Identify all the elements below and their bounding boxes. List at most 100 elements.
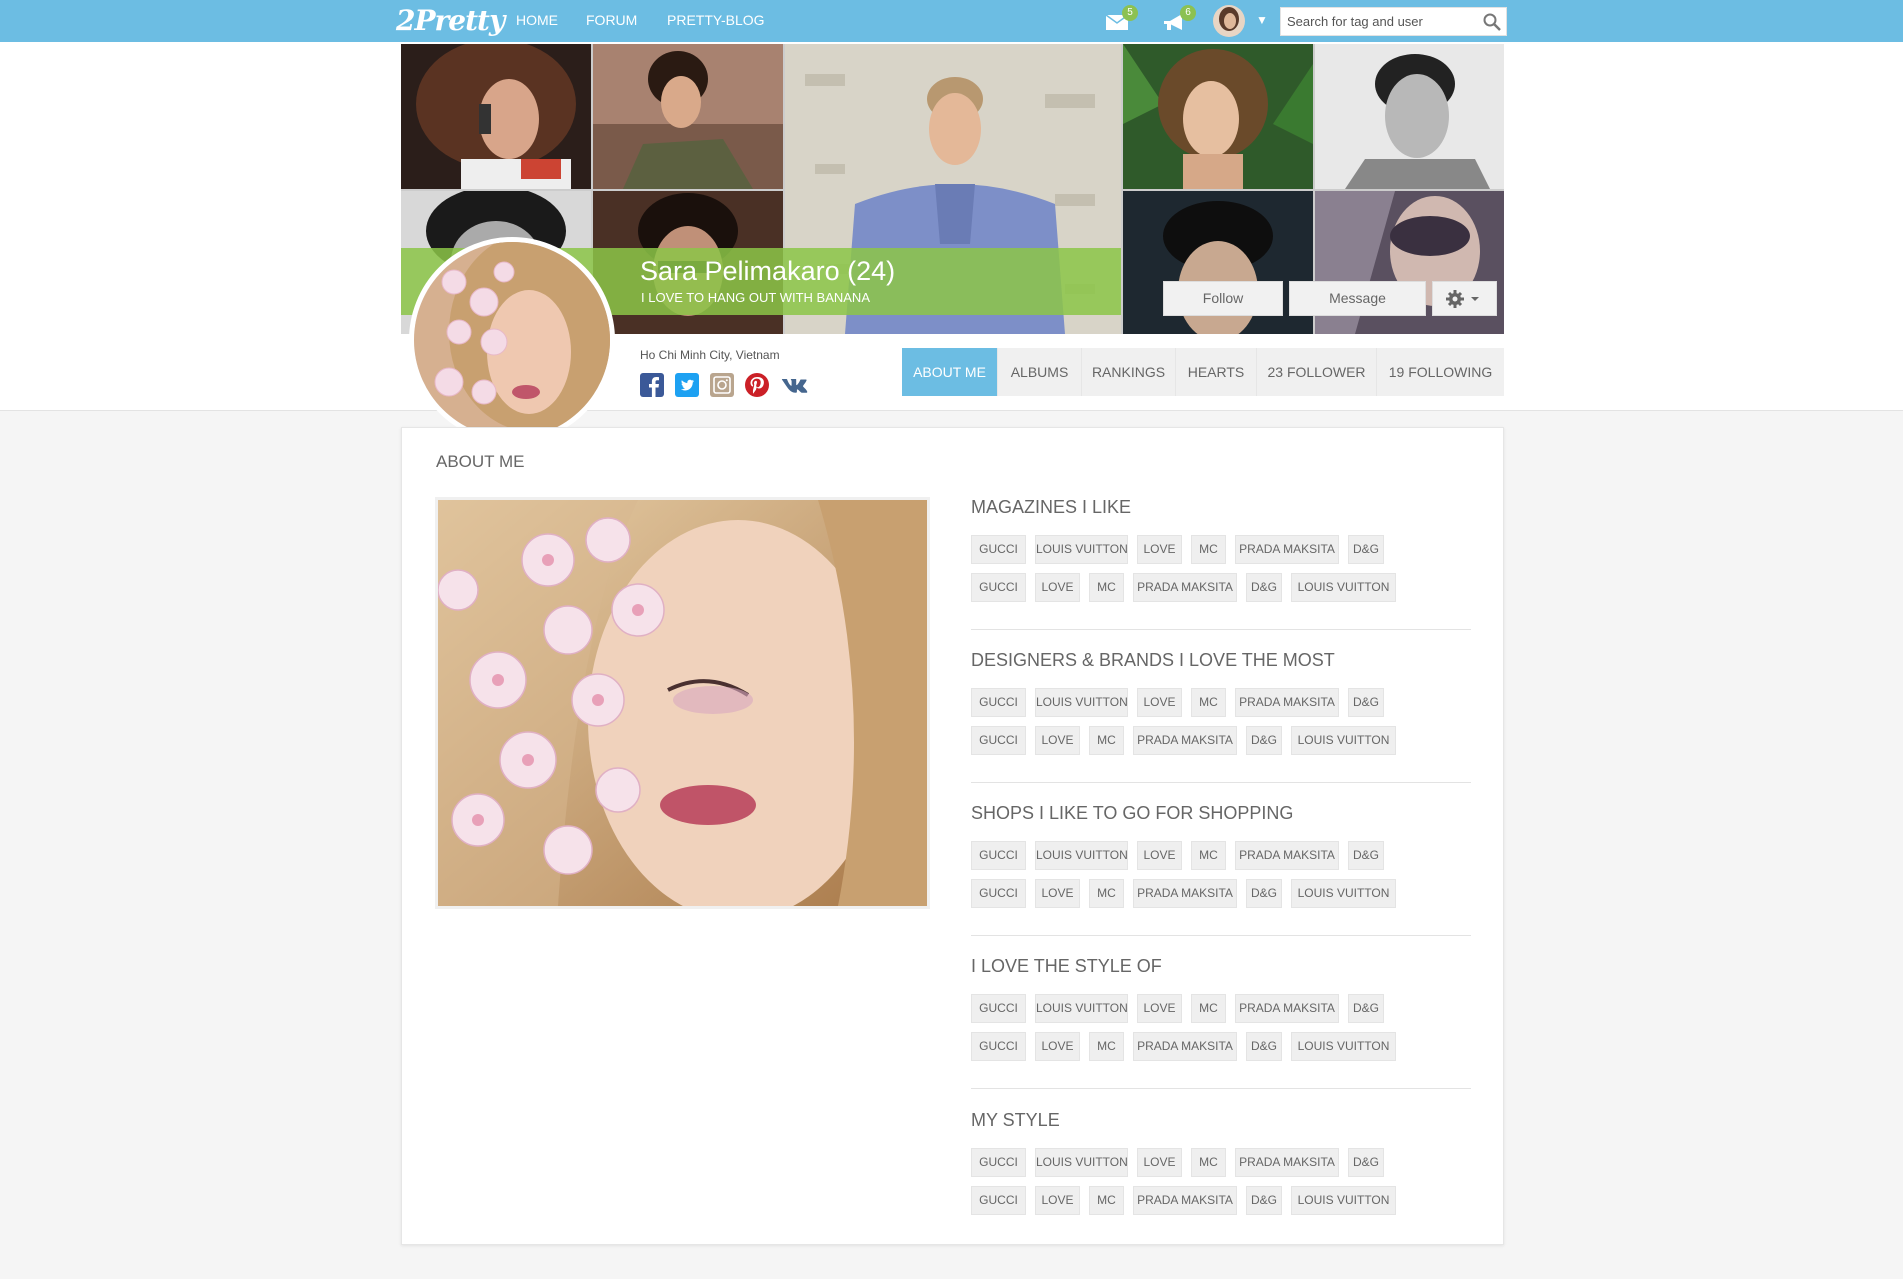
interest-tag[interactable]: LOVE [1035, 1186, 1080, 1215]
tab-following[interactable]: 19 FOLLOWING [1377, 348, 1504, 396]
interest-tag[interactable]: PRADA MAKSITA [1235, 535, 1339, 564]
interest-tag[interactable]: PRADA MAKSITA [1133, 726, 1237, 755]
twitter-icon[interactable] [675, 373, 699, 397]
messages-badge: 5 [1122, 5, 1138, 21]
interest-tag[interactable]: MC [1089, 726, 1124, 755]
interest-group-title: I LOVE THE STYLE OF [971, 956, 1162, 976]
interest-tag[interactable]: D&G [1246, 573, 1282, 602]
tab-albums[interactable]: ALBUMS [998, 348, 1082, 396]
interest-tag[interactable]: D&G [1348, 1148, 1384, 1177]
interest-tag[interactable]: GUCCI [971, 879, 1026, 908]
interest-tag[interactable]: LOUIS VUITTON [1291, 1032, 1396, 1061]
group-divider [971, 782, 1471, 783]
interest-tag[interactable]: LOUIS VUITTON [1291, 879, 1396, 908]
interest-tag[interactable]: GUCCI [971, 1032, 1026, 1061]
top-navbar: 2Pretty HOME FORUM PRETTY-BLOG 5 6 ▼ [0, 0, 1903, 42]
interest-tag[interactable]: MC [1089, 1032, 1124, 1061]
cover-photo [593, 44, 783, 189]
nav-link-forum[interactable]: FORUM [586, 12, 637, 28]
interest-tag[interactable]: PRADA MAKSITA [1235, 841, 1339, 870]
interest-tag[interactable]: GUCCI [971, 1148, 1026, 1177]
interest-tag[interactable]: LOVE [1035, 573, 1080, 602]
interest-tag[interactable]: LOVE [1035, 879, 1080, 908]
search-input[interactable] [1281, 8, 1476, 35]
tab-hearts[interactable]: HEARTS [1176, 348, 1257, 396]
interest-tag[interactable]: LOUIS VUITTON [1291, 726, 1396, 755]
interest-tag[interactable]: MC [1191, 1148, 1226, 1177]
interest-tag[interactable]: LOVE [1035, 726, 1080, 755]
interest-tag[interactable]: MC [1089, 879, 1124, 908]
interest-tag[interactable]: MC [1089, 1186, 1124, 1215]
interest-tag[interactable]: LOVE [1137, 688, 1182, 717]
instagram-icon[interactable] [710, 373, 734, 397]
interest-tag[interactable]: LOUIS VUITTON [1035, 535, 1128, 564]
interest-tag[interactable]: LOUIS VUITTON [1291, 1186, 1396, 1215]
interest-tag[interactable]: PRADA MAKSITA [1133, 1032, 1237, 1061]
interest-tag[interactable]: D&G [1246, 726, 1282, 755]
group-divider [971, 935, 1471, 936]
vk-icon[interactable] [780, 373, 812, 397]
interest-tag[interactable]: PRADA MAKSITA [1235, 1148, 1339, 1177]
interest-tag[interactable]: GUCCI [971, 841, 1026, 870]
facebook-icon[interactable] [640, 373, 664, 397]
interest-tag[interactable]: D&G [1246, 1032, 1282, 1061]
tab-rankings[interactable]: RANKINGS [1082, 348, 1176, 396]
interest-tag[interactable]: GUCCI [971, 535, 1026, 564]
interest-tag[interactable]: LOUIS VUITTON [1035, 688, 1128, 717]
interest-tag[interactable]: LOVE [1035, 1032, 1080, 1061]
interest-tag[interactable]: D&G [1348, 994, 1384, 1023]
profile-location: Ho Chi Minh City, Vietnam [640, 348, 780, 362]
interest-tag[interactable]: D&G [1348, 688, 1384, 717]
interest-tag[interactable]: PRADA MAKSITA [1133, 1186, 1237, 1215]
pinterest-icon[interactable] [745, 373, 769, 397]
interest-group-title: DESIGNERS & BRANDS I LOVE THE MOST [971, 650, 1335, 670]
nav-link-blog[interactable]: PRETTY-BLOG [667, 12, 765, 28]
interest-tag[interactable]: MC [1191, 994, 1226, 1023]
user-avatar[interactable] [1213, 5, 1245, 37]
interest-tag[interactable]: PRADA MAKSITA [1235, 688, 1339, 717]
profile-avatar[interactable] [409, 237, 615, 443]
interest-tag[interactable]: MC [1191, 535, 1226, 564]
interest-tag[interactable]: LOUIS VUITTON [1035, 994, 1128, 1023]
notifications-button[interactable]: 6 [1160, 5, 1196, 34]
interest-tag[interactable]: LOVE [1137, 535, 1182, 564]
cover-photo [401, 44, 591, 189]
group-divider [971, 1088, 1471, 1089]
interest-tag[interactable]: MC [1089, 573, 1124, 602]
interest-tag[interactable]: PRADA MAKSITA [1235, 994, 1339, 1023]
cover-photo [1315, 44, 1504, 189]
interest-tag[interactable]: D&G [1246, 879, 1282, 908]
message-button[interactable]: Message [1289, 281, 1426, 316]
interest-group-title: MAGAZINES I LIKE [971, 497, 1132, 517]
interest-tag[interactable]: GUCCI [971, 1186, 1026, 1215]
gear-icon [1445, 290, 1479, 309]
interest-tag[interactable]: LOUIS VUITTON [1035, 1148, 1128, 1177]
interest-tag[interactable]: GUCCI [971, 573, 1026, 602]
interest-tag[interactable]: LOUIS VUITTON [1291, 573, 1396, 602]
follow-button[interactable]: Follow [1163, 281, 1283, 316]
interest-tag[interactable]: LOUIS VUITTON [1035, 841, 1128, 870]
interest-tag[interactable]: GUCCI [971, 688, 1026, 717]
interest-tag[interactable]: D&G [1348, 535, 1384, 564]
tab-followers[interactable]: 23 FOLLOWER [1257, 348, 1377, 396]
profile-tagline: I LOVE TO HANG OUT WITH BANANA [641, 290, 870, 305]
interest-tag[interactable]: PRADA MAKSITA [1133, 879, 1237, 908]
search-icon[interactable] [1482, 12, 1502, 32]
interest-tag[interactable]: MC [1191, 841, 1226, 870]
interest-tag[interactable]: GUCCI [971, 726, 1026, 755]
user-menu-caret-icon[interactable]: ▼ [1256, 13, 1268, 27]
messages-button[interactable]: 5 [1102, 5, 1138, 34]
interest-tag[interactable]: PRADA MAKSITA [1133, 573, 1237, 602]
nav-link-home[interactable]: HOME [516, 12, 558, 28]
about-me-title: ABOUT ME [436, 452, 525, 471]
interest-tag[interactable]: D&G [1348, 841, 1384, 870]
interest-tag[interactable]: MC [1191, 688, 1226, 717]
site-logo[interactable]: 2Pretty [396, 4, 505, 37]
interest-tag[interactable]: GUCCI [971, 994, 1026, 1023]
settings-dropdown-button[interactable] [1432, 281, 1497, 316]
interest-tag[interactable]: LOVE [1137, 841, 1182, 870]
interest-tag[interactable]: D&G [1246, 1186, 1282, 1215]
interest-tag[interactable]: LOVE [1137, 1148, 1182, 1177]
tab-about-me[interactable]: ABOUT ME [902, 348, 998, 396]
interest-tag[interactable]: LOVE [1137, 994, 1182, 1023]
